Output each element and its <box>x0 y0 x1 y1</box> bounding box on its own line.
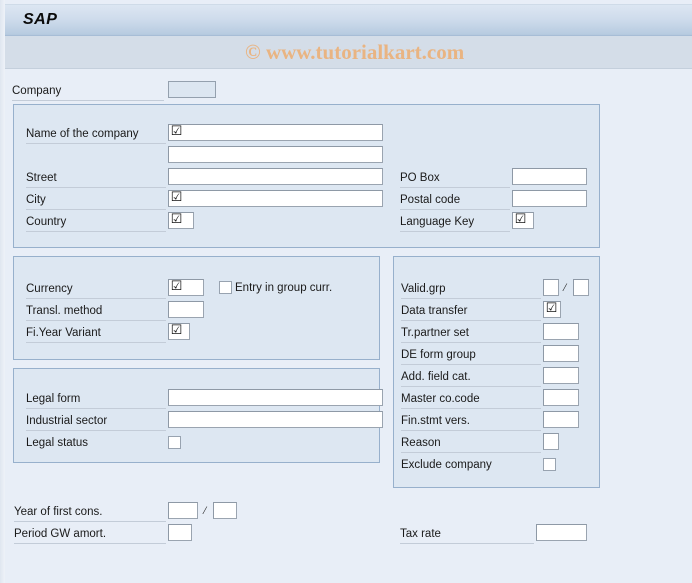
year-of-first-consolidation-separator: / <box>203 503 207 517</box>
legal-form-input[interactable] <box>168 389 383 406</box>
name-of-company-label-rule <box>26 143 166 144</box>
form-canvas: Company Name of the company ☑ Street Cit… <box>5 70 692 583</box>
required-entry-icon: ☑ <box>514 212 527 227</box>
city-label: City <box>26 194 46 206</box>
translation-method-label: Transl. method <box>26 305 103 317</box>
master-company-code-label: Master co.code <box>401 393 480 405</box>
country-input[interactable]: ☑ <box>168 212 194 229</box>
data-transfer-label: Data transfer <box>401 305 468 317</box>
fiscal-year-variant-input[interactable]: ☑ <box>168 323 190 340</box>
reason-label: Reason <box>401 437 441 449</box>
translation-method-label-rule <box>26 320 166 321</box>
postal-code-input[interactable] <box>512 190 587 207</box>
country-label: Country <box>26 216 67 228</box>
entry-in-group-currency-label[interactable]: Entry in group curr. <box>235 281 332 295</box>
po-box-label-rule <box>400 187 510 188</box>
tax-rate-label-rule <box>400 543 534 544</box>
language-key-label-rule <box>400 231 510 232</box>
tax-rate-input[interactable] <box>536 524 587 541</box>
watermark-bar: © www.tutorialkart.com <box>5 36 692 69</box>
additional-field-catalog-label: Add. field cat. <box>401 371 471 383</box>
postal-code-label-rule <box>400 209 510 210</box>
year-of-first-consolidation-label-rule <box>14 521 166 522</box>
watermark-text: © www.tutorialkart.com <box>245 40 465 64</box>
period-goodwill-amortization-input[interactable] <box>168 524 192 541</box>
exclude-company-label[interactable]: Exclude company <box>401 458 492 472</box>
fiscal-year-variant-label-rule <box>26 342 166 343</box>
year-of-first-consolidation-input-2[interactable] <box>213 502 237 519</box>
required-entry-icon: ☑ <box>170 190 183 205</box>
validation-group-input-2[interactable] <box>573 279 589 296</box>
name-of-company-input[interactable]: ☑ <box>168 124 383 141</box>
required-entry-icon: ☑ <box>545 301 558 316</box>
po-box-label: PO Box <box>400 172 440 184</box>
additional-field-catalog-label-rule <box>401 386 541 387</box>
company-input[interactable] <box>168 81 216 98</box>
currency-label-rule <box>26 298 166 299</box>
de-form-group-label: DE form group <box>401 349 476 361</box>
reason-label-rule <box>401 452 541 453</box>
currency-label: Currency <box>26 283 73 295</box>
additional-field-catalog-input[interactable] <box>543 367 579 384</box>
validation-group-label: Valid.grp <box>401 283 446 295</box>
reason-input[interactable] <box>543 433 559 450</box>
industrial-sector-label-rule <box>26 430 166 431</box>
year-of-first-consolidation-label: Year of first cons. <box>14 506 103 518</box>
name-of-company-label: Name of the company <box>26 128 139 140</box>
street-input[interactable] <box>168 168 383 185</box>
period-goodwill-amortization-label: Period GW amort. <box>14 528 107 540</box>
city-input[interactable]: ☑ <box>168 190 383 207</box>
street-label: Street <box>26 172 57 184</box>
city-label-rule <box>26 209 166 210</box>
po-box-input[interactable] <box>512 168 587 185</box>
master-company-code-label-rule <box>401 408 541 409</box>
legal-status-checkbox[interactable] <box>168 436 181 449</box>
trading-partner-set-label-rule <box>401 342 541 343</box>
sap-application-window: SAP © www.tutorialkart.com Company Name … <box>0 0 692 583</box>
trading-partner-set-input[interactable] <box>543 323 579 340</box>
company-label-rule <box>12 100 164 101</box>
language-key-label: Language Key <box>400 216 475 228</box>
currency-input[interactable]: ☑ <box>168 279 204 296</box>
trading-partner-set-label: Tr.partner set <box>401 327 469 339</box>
exclude-company-checkbox[interactable] <box>543 458 556 471</box>
year-of-first-consolidation-input-1[interactable] <box>168 502 198 519</box>
required-entry-icon: ☑ <box>170 279 183 294</box>
required-entry-icon: ☑ <box>170 323 183 338</box>
industrial-sector-label: Industrial sector <box>26 415 108 427</box>
language-key-input[interactable]: ☑ <box>512 212 534 229</box>
industrial-sector-input[interactable] <box>168 411 383 428</box>
translation-method-input[interactable] <box>168 301 204 318</box>
sap-logo-title: SAP <box>23 11 58 28</box>
name-of-company-line2-input[interactable] <box>168 146 383 163</box>
street-label-rule <box>26 187 166 188</box>
data-transfer-label-rule <box>401 320 541 321</box>
validation-group-input-1[interactable] <box>543 279 559 296</box>
master-company-code-input[interactable] <box>543 389 579 406</box>
required-entry-icon: ☑ <box>170 212 183 227</box>
legal-form-label-rule <box>26 408 166 409</box>
validation-group-separator: / <box>563 280 567 294</box>
financial-statement-version-input[interactable] <box>543 411 579 428</box>
tax-rate-label: Tax rate <box>400 528 441 540</box>
fiscal-year-variant-label: Fi.Year Variant <box>26 327 101 339</box>
title-bar: SAP <box>5 4 692 36</box>
data-transfer-input[interactable]: ☑ <box>543 301 561 318</box>
postal-code-label: Postal code <box>400 194 461 206</box>
de-form-group-label-rule <box>401 364 541 365</box>
legal-status-label[interactable]: Legal status <box>26 436 88 450</box>
required-entry-icon: ☑ <box>170 124 183 139</box>
validation-group-label-rule <box>401 298 541 299</box>
legal-form-label: Legal form <box>26 393 81 405</box>
entry-in-group-currency-checkbox[interactable] <box>219 281 232 294</box>
de-form-group-input[interactable] <box>543 345 579 362</box>
financial-statement-version-label-rule <box>401 430 541 431</box>
period-goodwill-amortization-label-rule <box>14 543 166 544</box>
country-label-rule <box>26 231 166 232</box>
financial-statement-version-label: Fin.stmt vers. <box>401 415 471 427</box>
company-label: Company <box>12 85 62 97</box>
